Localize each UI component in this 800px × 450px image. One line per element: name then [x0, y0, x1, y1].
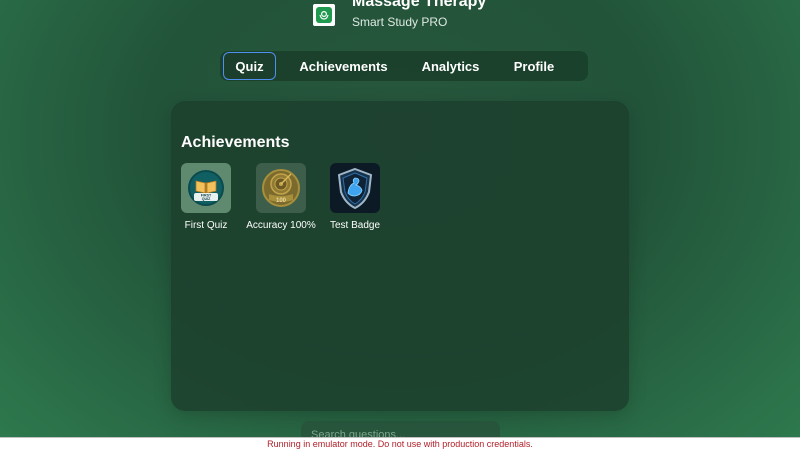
accuracy-emblem-text: 100 — [276, 198, 287, 204]
app-title: Massage Therapy — [352, 0, 487, 10]
tab-quiz[interactable]: Quiz — [223, 52, 276, 80]
tab-achievements[interactable]: Achievements — [294, 52, 393, 80]
app-logo — [313, 4, 335, 26]
badge-label: Test Badge — [329, 220, 381, 231]
badge-test-tile — [330, 163, 380, 213]
massage-hands-icon — [316, 7, 332, 23]
tab-analytics[interactable]: Analytics — [415, 52, 486, 80]
badge-test[interactable]: Test Badge — [319, 163, 391, 231]
app-subtitle: Smart Study PRO — [352, 15, 448, 29]
open-book-icon: FIRST QUIZ — [188, 170, 224, 206]
badge-first-quiz-tile: FIRST QUIZ — [181, 163, 231, 213]
target-icon: 100 — [262, 169, 300, 207]
badge-accuracy-tile: 100 — [256, 163, 306, 213]
first-quiz-emblem-line2: QUIZ — [202, 197, 211, 201]
flexed-arm-shield-icon — [337, 167, 373, 210]
emulator-warning-banner: Running in emulator mode. Do not use wit… — [0, 437, 800, 450]
badge-accuracy-100[interactable]: 100 Accuracy 100% — [245, 163, 317, 231]
badge-label: First Quiz — [184, 220, 228, 231]
achievements-panel: Achievements FIRST QUIZ First Quiz 100 A… — [171, 101, 629, 411]
app-header: Massage Therapy Smart Study PRO — [313, 0, 486, 31]
tab-profile[interactable]: Profile — [504, 52, 564, 80]
achievements-title: Achievements — [181, 134, 290, 151]
badge-label: Accuracy 100% — [246, 220, 316, 231]
badge-first-quiz[interactable]: FIRST QUIZ First Quiz — [170, 163, 242, 231]
tab-bar: Quiz Achievements Analytics Profile — [220, 51, 588, 81]
